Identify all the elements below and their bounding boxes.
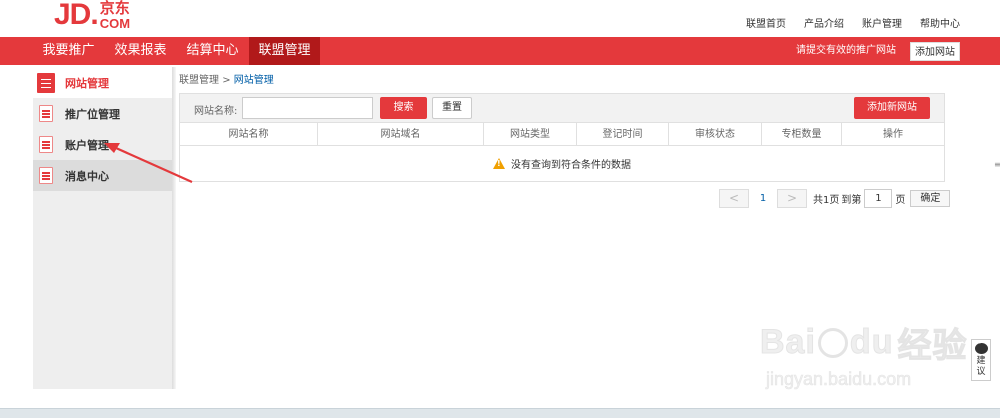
link-union-home[interactable]: 联盟首页	[746, 15, 786, 30]
column-header: 审核状态	[669, 123, 762, 145]
sidebar-item-label: 账户管理	[65, 138, 109, 152]
nav-reports[interactable]: 效果报表	[105, 37, 176, 65]
nav-add-site-button[interactable]: 添加网站	[910, 42, 960, 61]
watermark-du: du	[849, 323, 894, 362]
search-button[interactable]: 搜索	[380, 97, 427, 119]
column-header: 网站名称	[180, 123, 318, 145]
link-account-manage[interactable]: 账户管理	[862, 15, 902, 30]
document-icon	[39, 167, 53, 184]
goto-label: 到第	[841, 195, 862, 206]
column-header: 操作	[883, 129, 903, 140]
logo-com-text: COM	[99, 16, 131, 31]
pagination: < 1 > 共1页 到第 1 页 确定	[719, 189, 951, 208]
add-new-site-button[interactable]: 添加新网站	[854, 97, 930, 119]
empty-message: 没有查询到符合条件的数据	[511, 159, 631, 171]
chat-bubble-icon	[974, 339, 988, 354]
top-links: 联盟首页 产品介绍 账户管理 帮助中心	[746, 15, 960, 30]
sidebar-item-site-manage[interactable]: 网站管理	[33, 67, 172, 98]
window-bottom-bar	[0, 408, 1000, 418]
page-unit-label: 页	[895, 195, 906, 206]
prev-page-button[interactable]: <	[719, 189, 749, 208]
column-header: 登记时间	[577, 123, 669, 145]
nav-settlement[interactable]: 结算中心	[177, 37, 248, 65]
confirm-jump-button[interactable]: 确定	[910, 190, 951, 207]
column-header: 专柜数量	[762, 123, 842, 145]
column-header: 网站域名	[318, 123, 484, 145]
jd-logo[interactable]: JD. 京东 COM	[54, 0, 130, 30]
breadcrumb-parent[interactable]: 联盟管理	[179, 75, 219, 86]
next-page-button[interactable]: >	[777, 189, 807, 208]
empty-table-row: 没有查询到符合条件的数据	[180, 146, 944, 180]
logo-cn-text: 京东	[99, 0, 130, 17]
breadcrumb: 联盟管理 > 网站管理	[179, 71, 274, 86]
reset-button[interactable]: 重置	[432, 97, 472, 119]
link-help-center[interactable]: 帮助中心	[920, 15, 960, 30]
breadcrumb-current: 网站管理	[233, 75, 274, 86]
feedback-button[interactable]: 建议	[971, 339, 991, 381]
page: JD. 京东 COM 联盟首页 产品介绍 账户管理 帮助中心 我要推广 效果报表…	[0, 0, 1000, 418]
feedback-label: 建议	[976, 356, 986, 377]
table-header-row: 网站名称 网站域名 网站类型 登记时间 审核状态 专柜数量 操作	[180, 123, 944, 146]
column-header: 网站类型	[484, 123, 577, 145]
site-name-input[interactable]	[242, 97, 373, 119]
sidebar-item-account-manage[interactable]: 账户管理	[33, 129, 172, 160]
search-bar: 网站名称: 搜索 重置 添加新网站	[179, 93, 945, 123]
sidebar-shadow	[172, 67, 176, 389]
sidebar-item-adspot-manage[interactable]: 推广位管理	[33, 98, 172, 129]
sidebar-item-label: 消息中心	[65, 169, 109, 183]
sidebar-item-label: 推广位管理	[65, 107, 120, 121]
main-nav: 我要推广 效果报表 结算中心 联盟管理 请提交有效的推广网站 添加网站	[0, 37, 1000, 65]
document-icon	[37, 72, 55, 93]
nav-promote[interactable]: 我要推广	[33, 37, 104, 65]
baidu-jingyan-watermark: Bai du 经验 jingyan.baidu.com	[760, 318, 967, 390]
link-product-intro[interactable]: 产品介绍	[804, 15, 844, 30]
watermark-jingyan: 经验	[897, 327, 968, 366]
sidebar-item-message-center[interactable]: 消息中心	[33, 160, 172, 191]
nav-hint-text: 请提交有效的推广网站	[796, 45, 896, 56]
top-header: JD. 京东 COM 联盟首页 产品介绍 账户管理 帮助中心	[0, 0, 1000, 37]
page-jump-input[interactable]: 1	[864, 189, 893, 208]
document-icon	[39, 105, 53, 122]
breadcrumb-separator: >	[222, 75, 231, 86]
warning-icon	[493, 157, 505, 169]
site-name-label: 网站名称:	[194, 106, 238, 117]
total-pages-text: 共1页	[813, 195, 840, 206]
paw-icon	[817, 327, 848, 358]
logo-jd-text: JD.	[54, 0, 99, 31]
nav-union-manage[interactable]: 联盟管理	[249, 37, 320, 65]
watermark-url: jingyan.baidu.com	[766, 369, 912, 390]
watermark-bai: Bai	[760, 323, 816, 362]
scroll-marker: ≡	[994, 160, 1000, 169]
sidebar: 网站管理 推广位管理 账户管理 消息中心	[33, 67, 172, 389]
page-number[interactable]: 1	[749, 193, 777, 204]
sidebar-item-label: 网站管理	[65, 76, 109, 90]
site-table: 网站名称 网站域名 网站类型 登记时间 审核状态 专柜数量 操作 没有查询到符合…	[179, 123, 945, 182]
document-icon	[39, 136, 53, 153]
